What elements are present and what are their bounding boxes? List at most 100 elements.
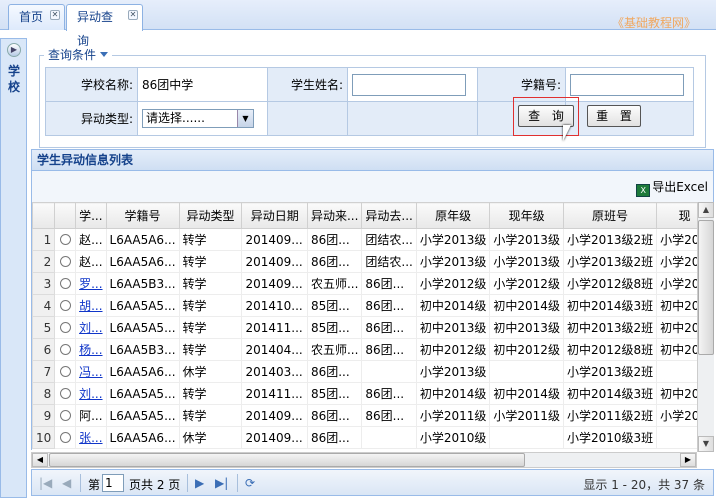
expand-icon[interactable]: ▶ [7, 43, 21, 57]
column-header[interactable]: 异动类型 [178, 202, 243, 229]
first-page-icon[interactable]: |◀ [39, 476, 52, 490]
export-excel-button[interactable]: X 导出Excel [636, 178, 708, 197]
row-select-cell [54, 250, 77, 273]
table-row[interactable]: 3 罗... L6AA5B3... 转学 201409... 农五师... 86团... 小学… [32, 272, 713, 295]
row-number: 9 [32, 404, 56, 427]
table-cell: 86团... [361, 382, 417, 405]
table-row[interactable]: 6 杨... L6AA5B3... 转学 201404... 农五师... 86团... 初中… [32, 338, 713, 361]
scroll-thumb[interactable] [698, 220, 714, 355]
table-cell: 85团... [306, 316, 363, 339]
table-row[interactable]: 5 刘... L6AA5A5... 转学 201411... 85团... 86团... 初中… [32, 316, 713, 339]
tab-change-query[interactable]: 异动查询 ✕ [66, 4, 143, 48]
table-cell: 201411... [241, 382, 308, 405]
row-number: 6 [32, 338, 56, 361]
horizontal-scrollbar[interactable]: ◀ ▶ [31, 452, 697, 468]
row-radio[interactable] [59, 299, 71, 311]
page-suffix: 页共 2 页 [129, 478, 181, 492]
table-row[interactable]: 7 冯... L6AA5A6... 休学 201403... 86团... 小学2013级 小… [32, 360, 713, 383]
student-name-link[interactable]: 杨... [79, 343, 102, 357]
column-header[interactable]: 现年级 [489, 202, 564, 229]
row-radio[interactable] [59, 387, 71, 399]
table-row[interactable]: 4 胡... L6AA5A5... 转学 201410... 85团... 86团... 初中… [32, 294, 713, 317]
scroll-down-icon[interactable]: ▼ [698, 436, 714, 452]
table-cell: 赵... [75, 250, 107, 273]
table-cell: 初中2012级 [415, 338, 491, 361]
student-name-link[interactable]: 胡... [79, 299, 102, 313]
table-row[interactable]: 2 赵... L6AA5A6... 转学 201409... 86团... 团结农... 小学… [32, 250, 713, 273]
tab-home[interactable]: 首页 ✕ [8, 4, 65, 30]
table-cell: 小学2013级 [489, 250, 564, 273]
column-header[interactable]: 学... [75, 202, 107, 229]
table-cell: 201404... [241, 338, 308, 361]
table-cell: 阿... [75, 404, 107, 427]
table-cell: 转学 [178, 382, 243, 405]
row-radio[interactable] [59, 255, 71, 267]
row-radio[interactable] [59, 409, 71, 421]
table-cell: L6AA5A6... [105, 250, 180, 273]
column-header[interactable]: 异动日期 [241, 202, 308, 229]
table-cell: 201409... [241, 426, 308, 449]
table-cell: 农五师... [306, 338, 363, 361]
school-panel-title[interactable]: 学校 [8, 63, 22, 95]
row-select-cell [54, 228, 77, 251]
prev-page-icon[interactable]: ◀ [62, 476, 71, 490]
reset-button[interactable]: 重 置 [587, 105, 641, 127]
student-id-input[interactable] [570, 73, 684, 96]
close-icon[interactable]: ✕ [50, 10, 60, 20]
table-row[interactable]: 9 阿... L6AA5A5... 转学 201409... 86团... 86团... 小学… [32, 404, 713, 427]
vertical-scrollbar[interactable]: ▲ ▼ [697, 202, 714, 452]
chevron-down-icon [100, 52, 109, 57]
table-cell: 小学2012级 [415, 272, 491, 295]
change-type-select[interactable]: 请选择...... ▼ [142, 109, 254, 128]
column-header[interactable]: 原班号 [562, 202, 658, 229]
row-radio[interactable] [59, 431, 71, 443]
table-cell: 85团... [306, 294, 363, 317]
scroll-right-icon[interactable]: ▶ [680, 453, 696, 467]
column-header[interactable]: 异动去... [361, 202, 417, 229]
row-number: 10 [32, 426, 56, 449]
column-header[interactable]: 原年级 [415, 202, 491, 229]
row-radio[interactable] [59, 365, 71, 377]
scroll-up-icon[interactable]: ▲ [698, 202, 714, 218]
student-name-input[interactable] [352, 73, 466, 96]
student-name-link[interactable]: 刘... [79, 387, 102, 401]
student-name-link[interactable]: 冯... [79, 365, 102, 379]
column-header[interactable]: 学籍号 [105, 202, 180, 229]
table-cell: 小学2013级2班 [562, 360, 658, 383]
table-cell: 转学 [178, 228, 243, 251]
table-cell: 刘... [75, 316, 107, 339]
select-header [54, 202, 77, 229]
row-radio[interactable] [59, 277, 71, 289]
separator [80, 474, 81, 492]
table-cell: 201410... [241, 294, 308, 317]
last-page-icon[interactable]: ▶| [215, 476, 228, 490]
table-cell: 小学2013级 [415, 250, 491, 273]
table-row[interactable]: 1 赵... L6AA5A6... 转学 201409... 86团... 团结农... 小学… [32, 228, 713, 251]
table-cell: 杨... [75, 338, 107, 361]
student-name-link[interactable]: 罗... [79, 277, 102, 291]
table-row[interactable]: 10 张... L6AA5A6... 休学 201409... 86团... 小学2010级… [32, 426, 713, 449]
table-cell: 初中2014级 [415, 382, 491, 405]
row-radio[interactable] [59, 233, 71, 245]
scroll-left-icon[interactable]: ◀ [32, 453, 48, 467]
table-cell: 团结农... [361, 228, 417, 251]
next-page-icon[interactable]: ▶ [195, 476, 204, 490]
table-cell: 转学 [178, 338, 243, 361]
table-cell: 团结农... [361, 250, 417, 273]
column-header[interactable]: 异动来... [306, 202, 363, 229]
student-name-link[interactable]: 刘... [79, 321, 102, 335]
grid-title: 学生异动信息列表 [31, 149, 714, 171]
tab-bar: 首页 ✕ 异动查询 ✕ 《基础教程网》 [0, 0, 716, 48]
refresh-icon[interactable]: ⟳ [245, 476, 255, 490]
scroll-thumb[interactable] [49, 453, 525, 467]
dropdown-arrow-icon[interactable]: ▼ [237, 110, 253, 127]
close-icon[interactable]: ✕ [128, 10, 138, 20]
row-radio[interactable] [59, 321, 71, 333]
table-cell: 201409... [241, 228, 308, 251]
student-name-link[interactable]: 张... [79, 431, 102, 445]
table-row[interactable]: 8 刘... L6AA5A5... 转学 201411... 85团... 86团... 初中… [32, 382, 713, 405]
query-legend[interactable]: 查询条件 [44, 46, 113, 63]
row-radio[interactable] [59, 343, 71, 355]
table-cell: 86团... [361, 404, 417, 427]
page-number-input[interactable]: 1 [102, 474, 124, 492]
